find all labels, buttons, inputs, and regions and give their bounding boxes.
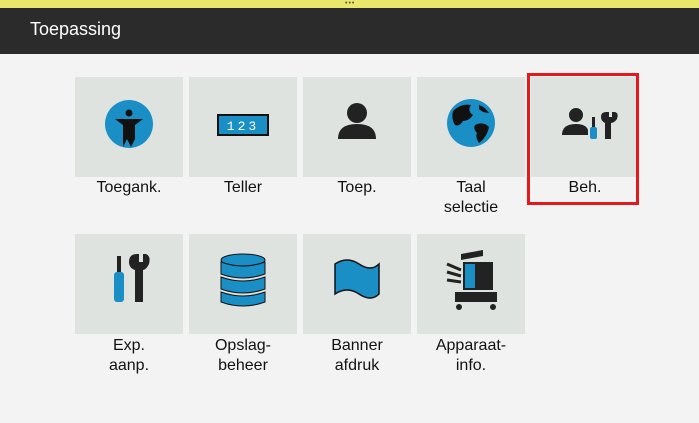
database-icon [220, 253, 266, 307]
tile-apparaat-info[interactable] [417, 234, 525, 334]
counter-digits: 123 [227, 119, 259, 134]
tile-label-apparaat: Apparaat- info. [435, 337, 507, 374]
tile-label-taal: Taal selectie [443, 179, 499, 216]
printer-icon [446, 250, 497, 310]
tile-banner-afdruk[interactable] [303, 234, 411, 334]
counter-icon: 123 [217, 114, 269, 136]
tile-opslagbeheer[interactable] [189, 234, 297, 334]
page-title: Toepassing [30, 19, 122, 39]
tile-label-opslag: Opslag- beheer [214, 337, 272, 374]
tile-toep[interactable] [303, 77, 411, 177]
accessibility-icon [105, 100, 153, 148]
tile-taal-selectie[interactable] [417, 77, 525, 177]
banner-icon [334, 259, 380, 299]
selection-highlight [527, 73, 639, 205]
top-status-strip: ••• [0, 0, 699, 8]
tile-teller[interactable]: 123 [189, 77, 297, 177]
wrench-screwdriver-icon [114, 254, 150, 302]
tile-exp-aanp[interactable] [75, 234, 183, 334]
tile-toegankelijkheid[interactable] [75, 77, 183, 177]
app-header: Toepassing [0, 8, 699, 54]
tile-label-toegank: Toegank. [96, 179, 162, 196]
tile-label-exp: Exp. aanp. [108, 337, 150, 374]
tile-label-toep: Toep. [337, 179, 377, 196]
tile-label-banner: Banner afdruk [331, 337, 383, 374]
user-icon [338, 103, 376, 139]
globe-icon [447, 99, 495, 147]
page-indicator-dots: ••• [345, 0, 356, 7]
tile-label-teller: Teller [223, 179, 263, 196]
